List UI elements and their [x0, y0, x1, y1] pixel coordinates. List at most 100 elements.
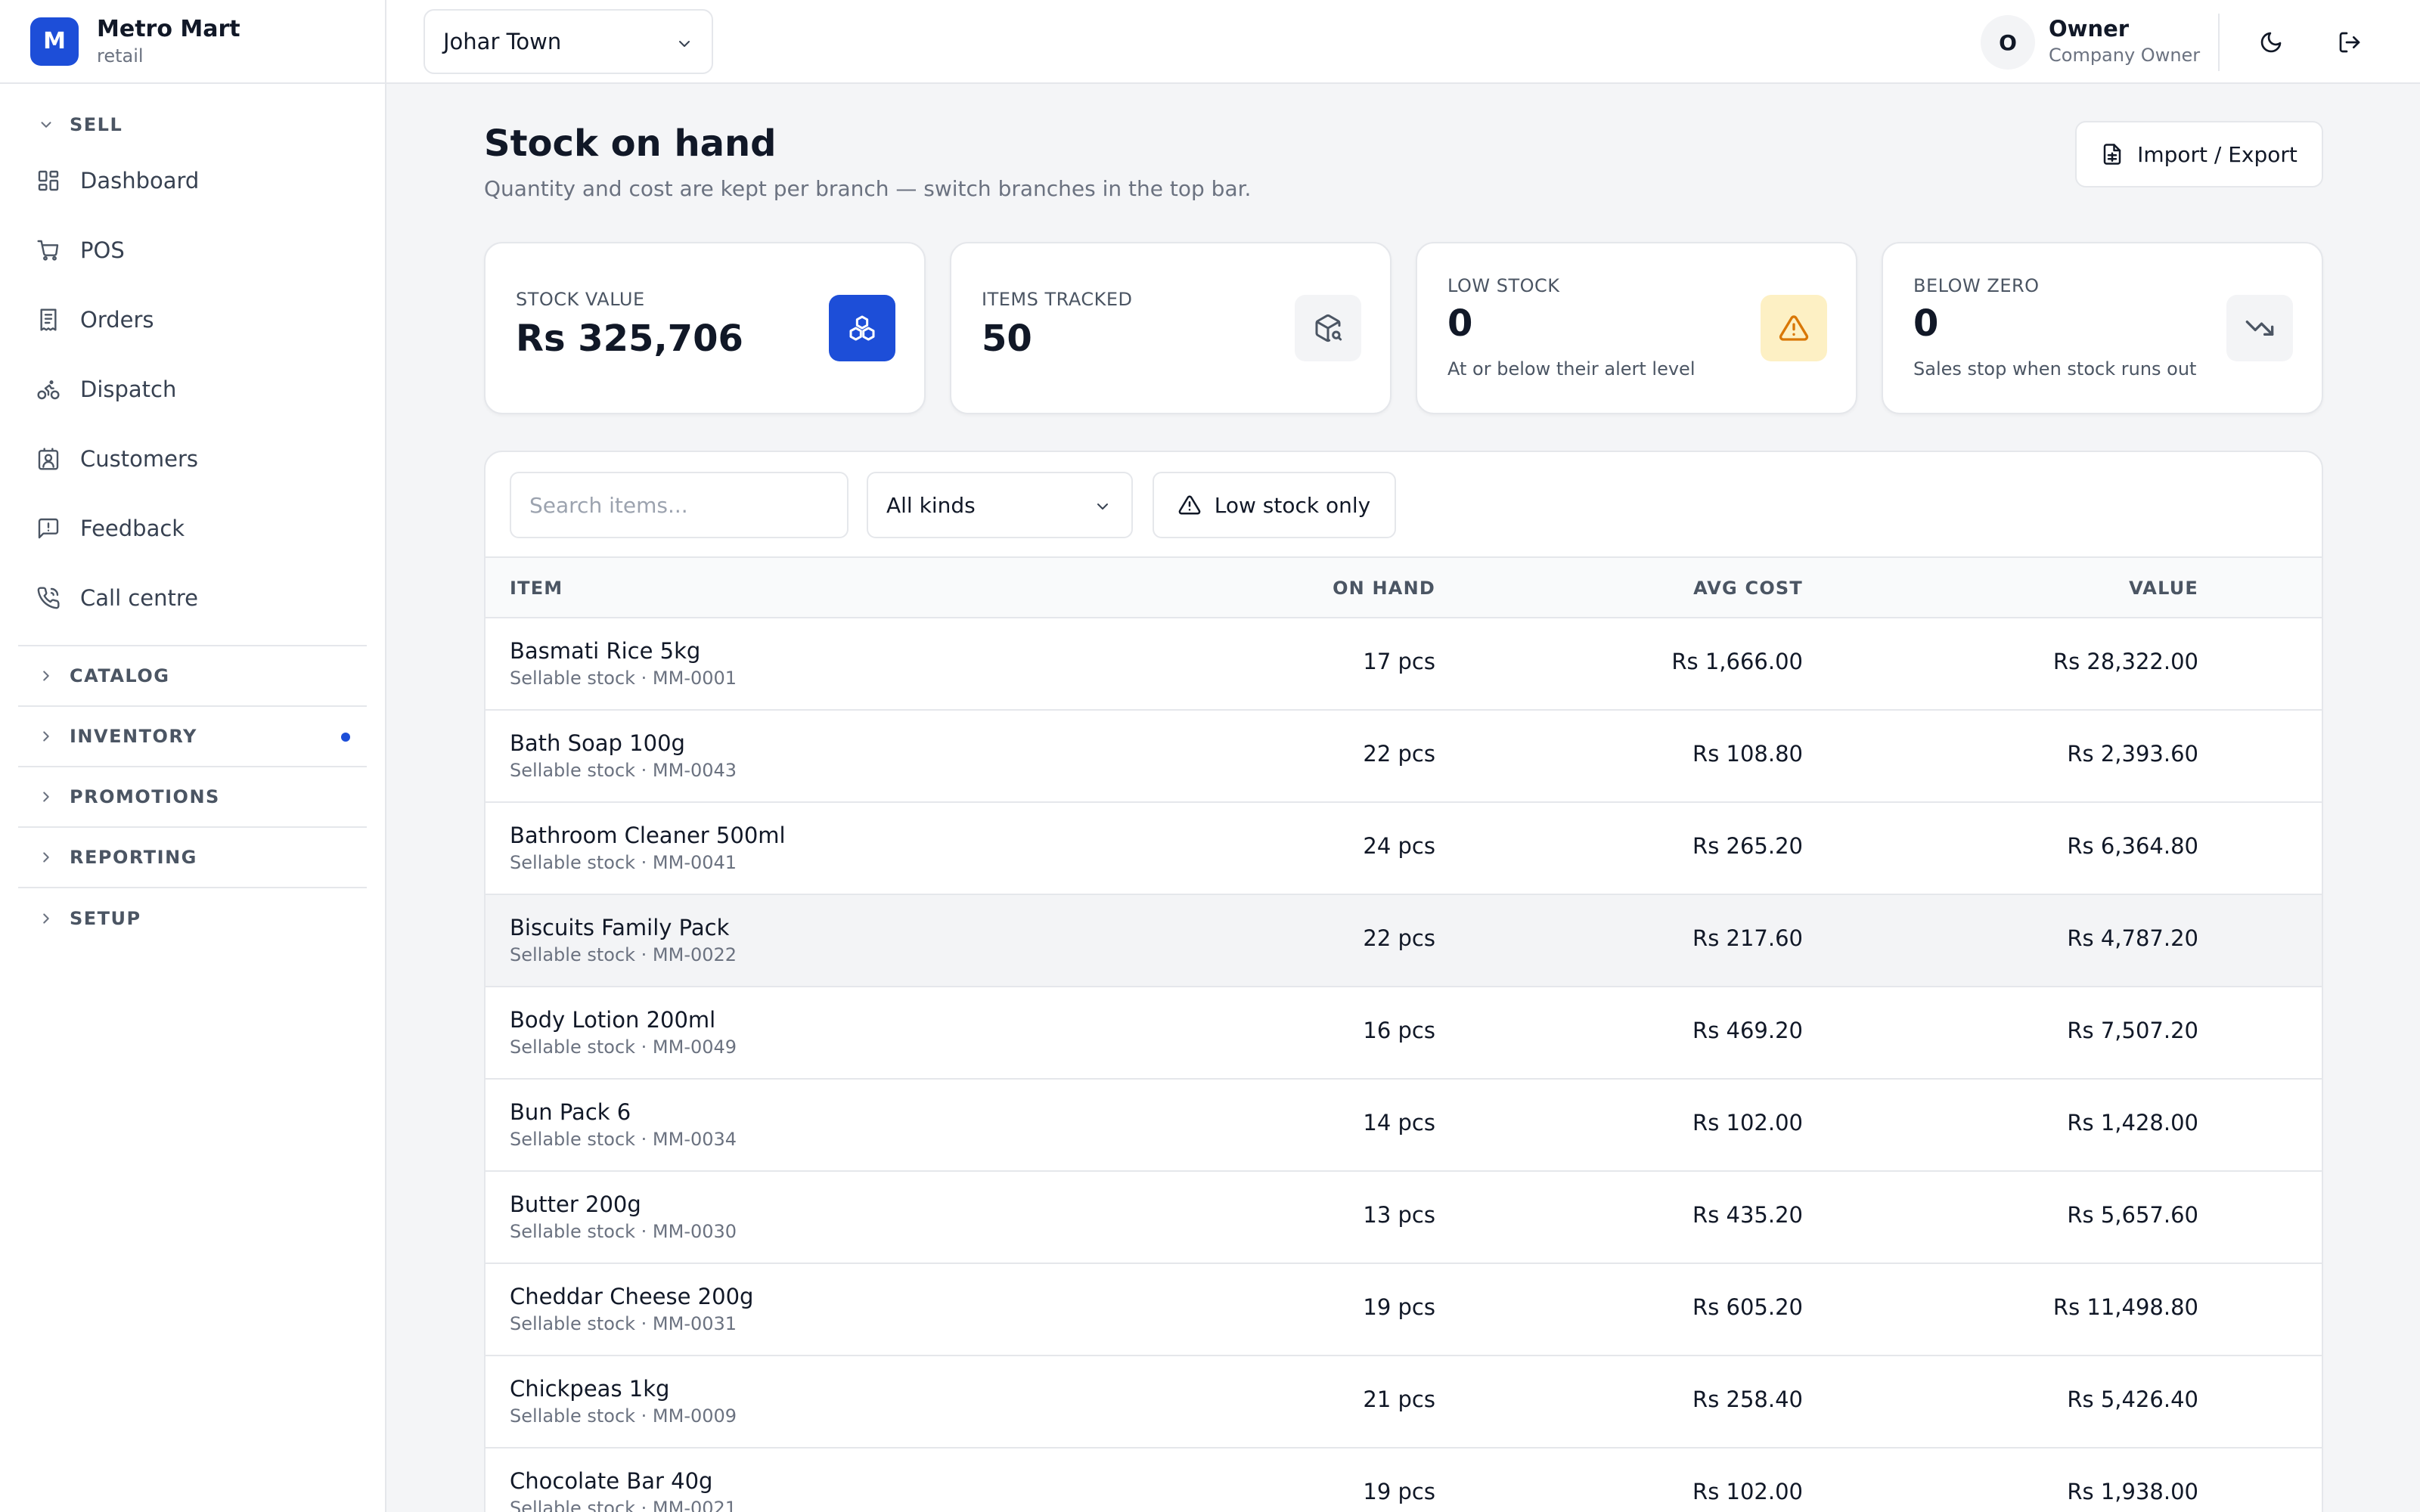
- stat-card-items-tracked: ITEMS TRACKED 50: [950, 242, 1392, 414]
- stat-note: Sales stop when stock runs out: [1913, 358, 2197, 380]
- item-name: Chickpeas 1kg: [510, 1376, 670, 1402]
- top-bar: Johar Town O Owner Company Owner: [386, 0, 2420, 84]
- avg-cost-cell: Rs 265.20: [1692, 833, 1803, 859]
- phone-icon: [37, 587, 60, 609]
- branch-select[interactable]: Johar Town: [424, 9, 713, 74]
- item-meta: Sellable stock · MM-0021: [510, 1498, 737, 1512]
- table-row[interactable]: Bath Soap 100g Sellable stock · MM-0043 …: [486, 711, 2322, 803]
- sidebar-item-feedback[interactable]: Feedback: [18, 494, 367, 563]
- table-row[interactable]: Cheddar Cheese 200g Sellable stock · MM-…: [486, 1264, 2322, 1356]
- column-header-on-hand[interactable]: ON HAND: [1333, 578, 1435, 599]
- sidebar-item-label: Call centre: [80, 585, 199, 611]
- user-role: Company Owner: [2049, 45, 2201, 66]
- avg-cost-cell: Rs 108.80: [1692, 741, 1803, 767]
- table-row[interactable]: Bathroom Cleaner 500ml Sellable stock · …: [486, 803, 2322, 895]
- avg-cost-cell: Rs 217.60: [1692, 925, 1803, 951]
- sidebar-group-label: SELL: [70, 114, 123, 135]
- item-meta: Sellable stock · MM-0041: [510, 852, 737, 873]
- chevron-right-icon: [43, 671, 49, 681]
- stat-label: STOCK VALUE: [516, 289, 645, 310]
- stat-value: Rs 325,706: [516, 318, 743, 360]
- kind-select-value: All kinds: [886, 492, 976, 518]
- sidebar-group-sell[interactable]: SELL: [18, 104, 367, 146]
- avg-cost-cell: Rs 258.40: [1692, 1387, 1803, 1412]
- feedback-icon: [38, 518, 59, 539]
- search-input[interactable]: [510, 472, 849, 538]
- column-header-avg-cost[interactable]: AVG COST: [1693, 578, 1803, 599]
- package-search-icon: [1295, 295, 1361, 361]
- value-cell: Rs 2,393.60: [2067, 741, 2198, 767]
- brand-subtitle: retail: [97, 45, 144, 67]
- sidebar-section-setup[interactable]: SETUP: [18, 888, 367, 949]
- sidebar-item-label: Orders: [80, 307, 154, 333]
- stat-note: At or below their alert level: [1447, 358, 1696, 380]
- stat-value: 0: [1913, 302, 1939, 345]
- value-cell: Rs 6,364.80: [2067, 833, 2198, 859]
- table-row[interactable]: Chocolate Bar 40g Sellable stock · MM-00…: [486, 1448, 2322, 1512]
- contact-icon: [38, 448, 59, 470]
- avg-cost-cell: Rs 102.00: [1692, 1479, 1803, 1504]
- table-row[interactable]: Butter 200g Sellable stock · MM-0030 13 …: [486, 1172, 2322, 1264]
- sidebar-section-promotions[interactable]: PROMOTIONS: [18, 767, 367, 828]
- chevron-down-icon: [679, 41, 690, 47]
- sidebar-item-call-centre[interactable]: Call centre: [18, 563, 367, 633]
- item-meta: Sellable stock · MM-0009: [510, 1405, 737, 1427]
- import-export-label: Import / Export: [2137, 141, 2297, 167]
- value-cell: Rs 1,428.00: [2067, 1110, 2198, 1136]
- item-name: Chocolate Bar 40g: [510, 1468, 713, 1494]
- receipt-icon: [40, 308, 57, 331]
- import-export-button[interactable]: Import / Export: [2075, 121, 2323, 187]
- avg-cost-cell: Rs 469.20: [1692, 1018, 1803, 1043]
- bike-icon: [37, 380, 60, 400]
- on-hand-cell: 19 pcs: [1363, 1479, 1435, 1504]
- sidebar-section-label: REPORTING: [70, 847, 197, 868]
- item-name: Butter 200g: [510, 1191, 641, 1217]
- sidebar-item-dashboard[interactable]: Dashboard: [18, 146, 367, 215]
- chevron-down-icon: [41, 122, 51, 128]
- low-stock-only-label: Low stock only: [1214, 492, 1371, 518]
- sidebar-section-inventory[interactable]: INVENTORY: [18, 707, 367, 767]
- sidebar-item-pos[interactable]: POS: [18, 215, 367, 285]
- sidebar-item-dispatch[interactable]: Dispatch: [18, 355, 367, 424]
- sidebar-section-catalog[interactable]: CATALOG: [18, 646, 367, 707]
- table-row[interactable]: Basmati Rice 5kg Sellable stock · MM-000…: [486, 618, 2322, 711]
- stat-label: BELOW ZERO: [1913, 275, 2040, 296]
- item-meta: Sellable stock · MM-0001: [510, 668, 737, 689]
- theme-toggle-button[interactable]: [2256, 27, 2286, 57]
- sidebar-item-orders[interactable]: Orders: [18, 285, 367, 355]
- on-hand-cell: 16 pcs: [1363, 1018, 1435, 1043]
- table-row[interactable]: Body Lotion 200ml Sellable stock · MM-00…: [486, 987, 2322, 1080]
- low-stock-only-button[interactable]: Low stock only: [1153, 472, 1396, 538]
- sidebar-section-label: CATALOG: [70, 665, 170, 686]
- table-row[interactable]: Biscuits Family Pack Sellable stock · MM…: [486, 895, 2322, 987]
- column-header-item[interactable]: ITEM: [510, 578, 563, 599]
- item-name: Body Lotion 200ml: [510, 1007, 716, 1033]
- sidebar-item-label: Customers: [80, 446, 198, 472]
- table-row[interactable]: Bun Pack 6 Sellable stock · MM-0034 14 p…: [486, 1080, 2322, 1172]
- table-row[interactable]: Chickpeas 1kg Sellable stock · MM-0009 2…: [486, 1356, 2322, 1448]
- column-header-value[interactable]: VALUE: [2129, 578, 2198, 599]
- value-cell: Rs 1,938.00: [2067, 1479, 2198, 1504]
- stat-label: LOW STOCK: [1447, 275, 1560, 296]
- avg-cost-cell: Rs 1,666.00: [1671, 649, 1803, 674]
- value-cell: Rs 11,498.80: [2052, 1294, 2198, 1320]
- brand-text: Metro Mart retail: [97, 15, 240, 68]
- user-info[interactable]: Owner Company Owner: [2049, 15, 2200, 68]
- topbar-divider: [2218, 14, 2220, 71]
- sidebar-section-reporting[interactable]: REPORTING: [18, 828, 367, 888]
- item-name: Bathroom Cleaner 500ml: [510, 823, 786, 848]
- file-spreadsheet-icon: [2103, 144, 2121, 165]
- on-hand-cell: 17 pcs: [1363, 649, 1435, 674]
- trending-down-icon: [2226, 295, 2293, 361]
- table-header: ITEM ON HAND AVG COST VALUE: [486, 556, 2322, 618]
- cart-icon: [37, 240, 59, 261]
- item-name: Bun Pack 6: [510, 1099, 631, 1125]
- sidebar-item-label: Feedback: [80, 516, 185, 541]
- avg-cost-cell: Rs 435.20: [1692, 1202, 1803, 1228]
- on-hand-cell: 22 pcs: [1363, 925, 1435, 951]
- logout-button[interactable]: [2335, 27, 2365, 57]
- avatar[interactable]: O: [1981, 15, 2035, 70]
- brand[interactable]: M Metro Mart retail: [0, 0, 385, 84]
- sidebar-item-customers[interactable]: Customers: [18, 424, 367, 494]
- kind-select[interactable]: All kinds: [867, 472, 1133, 538]
